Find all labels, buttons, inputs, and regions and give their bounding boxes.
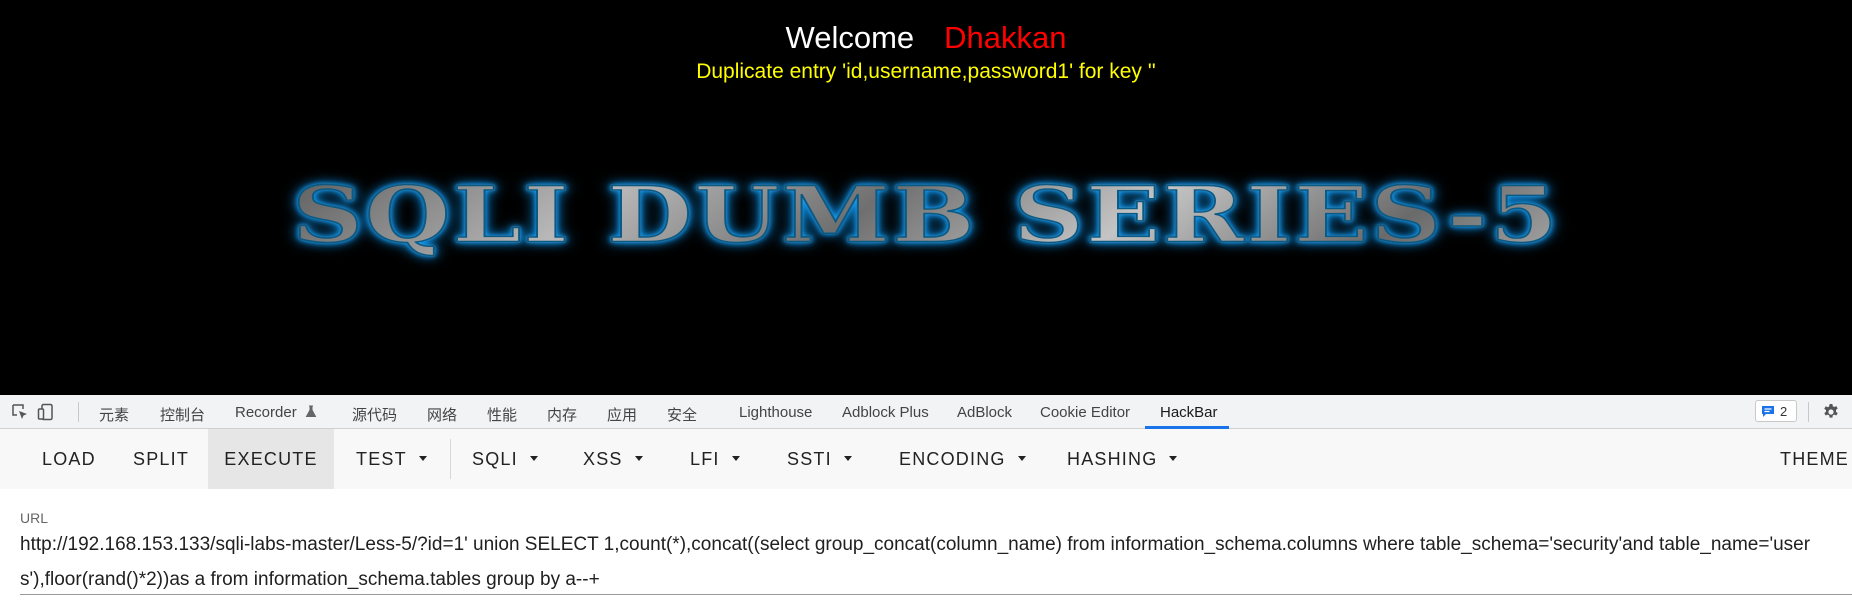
- url-textarea[interactable]: http://192.168.153.133/sqli-labs-master/…: [20, 527, 1820, 597]
- chevron-down-icon: [529, 455, 538, 461]
- chevron-down-icon: [731, 455, 740, 461]
- tab-sources[interactable]: 源代码: [352, 404, 397, 425]
- chat-icon: [1762, 406, 1774, 417]
- chevron-down-icon: [418, 455, 427, 461]
- encoding-dropdown[interactable]: ENCODING: [899, 429, 1026, 489]
- tab-recorder-label: Recorder: [235, 404, 297, 421]
- banner: SQLI DUMB SERIES-5: [0, 158, 1852, 273]
- split-button-label: SPLIT: [133, 449, 190, 469]
- ssti-dropdown[interactable]: SSTI: [787, 429, 852, 489]
- theme-button[interactable]: THEME: [1780, 429, 1849, 489]
- banner-title: SQLI DUMB SERIES-5: [291, 170, 1560, 261]
- encoding-dropdown-label: ENCODING: [899, 449, 1006, 469]
- tab-hackbar[interactable]: HackBar: [1160, 404, 1218, 421]
- devtools-tabbar: 元素 控制台 Recorder 源代码 网络 性能 内存 应用 安全 Light…: [0, 395, 1852, 429]
- execute-button[interactable]: EXECUTE: [208, 429, 334, 489]
- tab-console[interactable]: 控制台: [160, 404, 205, 425]
- chevron-down-icon: [634, 455, 643, 461]
- issues-count: 2: [1780, 404, 1788, 419]
- device-toolbar-icon[interactable]: [37, 403, 55, 421]
- tab-performance[interactable]: 性能: [487, 404, 517, 425]
- tab-network[interactable]: 网络: [427, 404, 457, 425]
- xss-dropdown-label: XSS: [583, 449, 623, 469]
- welcome-line: Welcome Dhakkan: [0, 20, 1852, 56]
- tab-cookie-editor[interactable]: Cookie Editor: [1040, 404, 1130, 421]
- tab-lighthouse[interactable]: Lighthouse: [739, 404, 812, 421]
- lfi-dropdown-label: LFI: [690, 449, 720, 469]
- hackbar-toolbar: LOAD SPLIT EXECUTE TEST SQLI XSS LFI SST…: [0, 429, 1852, 489]
- lfi-dropdown[interactable]: LFI: [690, 429, 740, 489]
- tab-elements[interactable]: 元素: [99, 404, 129, 425]
- welcome-label: Welcome: [785, 20, 915, 55]
- issues-counter[interactable]: 2: [1755, 400, 1797, 422]
- toolbar-divider: [450, 439, 451, 479]
- tab-adblock[interactable]: AdBlock: [957, 404, 1012, 421]
- welcome-username: Dhakkan: [944, 20, 1067, 55]
- tab-security[interactable]: 安全: [667, 404, 697, 425]
- chevron-down-icon: [843, 455, 852, 461]
- tab-memory[interactable]: 内存: [547, 404, 577, 425]
- theme-button-label: THEME: [1780, 449, 1849, 469]
- tab-recorder[interactable]: Recorder: [235, 404, 317, 421]
- devtools-divider: [78, 402, 79, 422]
- hashing-dropdown-label: HASHING: [1067, 449, 1158, 469]
- devtools-divider: [1808, 402, 1809, 422]
- flask-icon: [305, 405, 317, 417]
- inspect-element-icon[interactable]: [11, 403, 29, 421]
- load-button[interactable]: LOAD: [22, 429, 116, 489]
- chevron-down-icon: [1169, 455, 1178, 461]
- execute-button-label: EXECUTE: [224, 449, 318, 469]
- tab-application[interactable]: 应用: [607, 404, 637, 425]
- test-dropdown-label: TEST: [356, 449, 407, 469]
- sqli-lab-page: Welcome Dhakkan Duplicate entry 'id,usern…: [0, 0, 1852, 395]
- gear-icon[interactable]: [1822, 403, 1840, 421]
- xss-dropdown[interactable]: XSS: [583, 429, 643, 489]
- url-field-label: URL: [20, 510, 49, 526]
- test-dropdown[interactable]: TEST: [356, 429, 427, 489]
- url-field[interactable]: URL http://192.168.153.133/sqli-labs-mas…: [0, 489, 1852, 605]
- sql-error-message: Duplicate entry 'id,username,password1' …: [696, 60, 1156, 83]
- chevron-down-icon: [1017, 455, 1026, 461]
- ssti-dropdown-label: SSTI: [787, 449, 832, 469]
- split-button[interactable]: SPLIT: [113, 429, 209, 489]
- hashing-dropdown[interactable]: HASHING: [1067, 429, 1178, 489]
- sqli-dropdown[interactable]: SQLI: [472, 429, 538, 489]
- sqli-dropdown-label: SQLI: [472, 449, 518, 469]
- url-field-underline: [20, 594, 1852, 595]
- tab-adblock-plus[interactable]: Adblock Plus: [842, 404, 929, 421]
- load-button-label: LOAD: [42, 449, 96, 469]
